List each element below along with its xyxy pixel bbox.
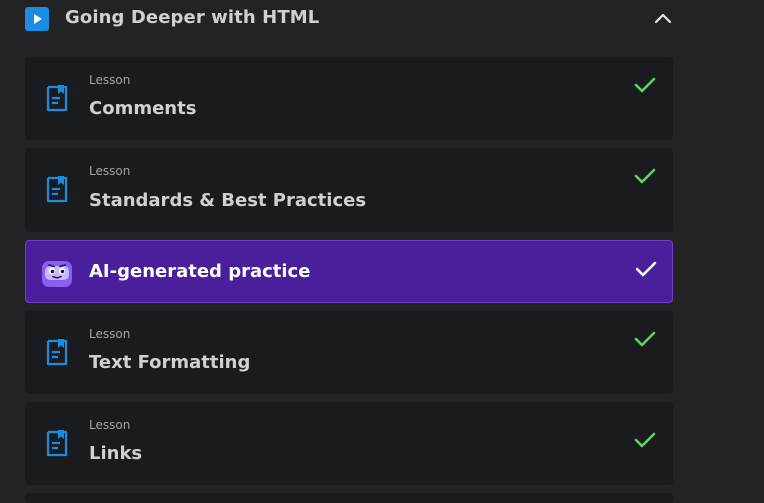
practice-title: AI-generated practice <box>89 261 311 282</box>
play-icon <box>25 7 49 31</box>
check-icon <box>634 331 656 347</box>
document-icon <box>46 85 68 112</box>
lesson-title: Links <box>89 443 143 464</box>
lesson-kind: Lesson <box>89 418 131 432</box>
lesson-item-comments[interactable]: Lesson Comments <box>25 57 673 140</box>
practice-item-ai-generated[interactable]: AI-generated practice <box>25 240 673 303</box>
document-icon <box>46 430 68 457</box>
robot-icon <box>42 261 72 287</box>
section-header[interactable]: Going Deeper with HTML <box>0 0 700 40</box>
lesson-item-standards[interactable]: Lesson Standards & Best Practices <box>25 148 673 232</box>
chevron-up-icon <box>654 13 672 24</box>
lesson-title: Comments <box>89 98 197 119</box>
lesson-title: Standards & Best Practices <box>89 190 367 211</box>
check-icon <box>634 77 656 93</box>
list-item-partial <box>25 493 673 503</box>
check-icon <box>635 261 657 277</box>
lesson-kind: Lesson <box>89 73 131 87</box>
lesson-kind: Lesson <box>89 327 131 341</box>
document-icon <box>46 339 68 366</box>
lesson-item-links[interactable]: Lesson Links <box>25 402 673 485</box>
lesson-item-text-formatting[interactable]: Lesson Text Formatting <box>25 311 673 394</box>
document-icon <box>46 176 68 203</box>
lesson-title: Text Formatting <box>89 352 251 373</box>
lesson-list: Lesson Comments Lesson Standards & Best … <box>25 57 673 503</box>
check-icon <box>634 432 656 448</box>
collapse-button[interactable] <box>650 6 676 32</box>
check-icon <box>634 168 656 184</box>
section-title: Going Deeper with HTML <box>65 7 320 28</box>
lesson-kind: Lesson <box>89 164 131 178</box>
